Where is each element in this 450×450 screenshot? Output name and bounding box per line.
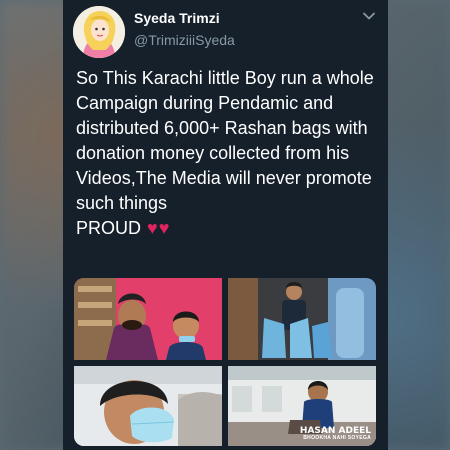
heart-icon: ♥♥ [147, 218, 171, 238]
tweet-text: So This Karachi little Boy run a whole C… [76, 66, 381, 241]
user-handle[interactable]: @TrimiziiiSyeda [134, 32, 235, 48]
tweet-card[interactable]: Syeda Trimzi @TrimiziiiSyeda So This Kar… [63, 0, 388, 450]
tweet-body: So This Karachi little Boy run a whole C… [76, 68, 374, 238]
media-photo-1[interactable] [74, 278, 222, 360]
media-photo-2[interactable] [228, 278, 376, 360]
avatar-illustration [73, 6, 125, 58]
display-name[interactable]: Syeda Trimzi [134, 10, 220, 26]
chevron-down-icon[interactable] [362, 9, 376, 23]
media-photo-4[interactable]: HASAN ADEEL BHOOKHA NAHI SOYEGA [228, 366, 376, 446]
watermark-subtitle: BHOOKHA NAHI SOYEGA [303, 435, 371, 441]
media-photo-3[interactable] [74, 366, 222, 446]
video-watermark: HASAN ADEEL BHOOKHA NAHI SOYEGA [300, 427, 371, 441]
avatar[interactable] [73, 6, 125, 58]
media-grid[interactable]: HASAN ADEEL BHOOKHA NAHI SOYEGA [74, 278, 376, 446]
